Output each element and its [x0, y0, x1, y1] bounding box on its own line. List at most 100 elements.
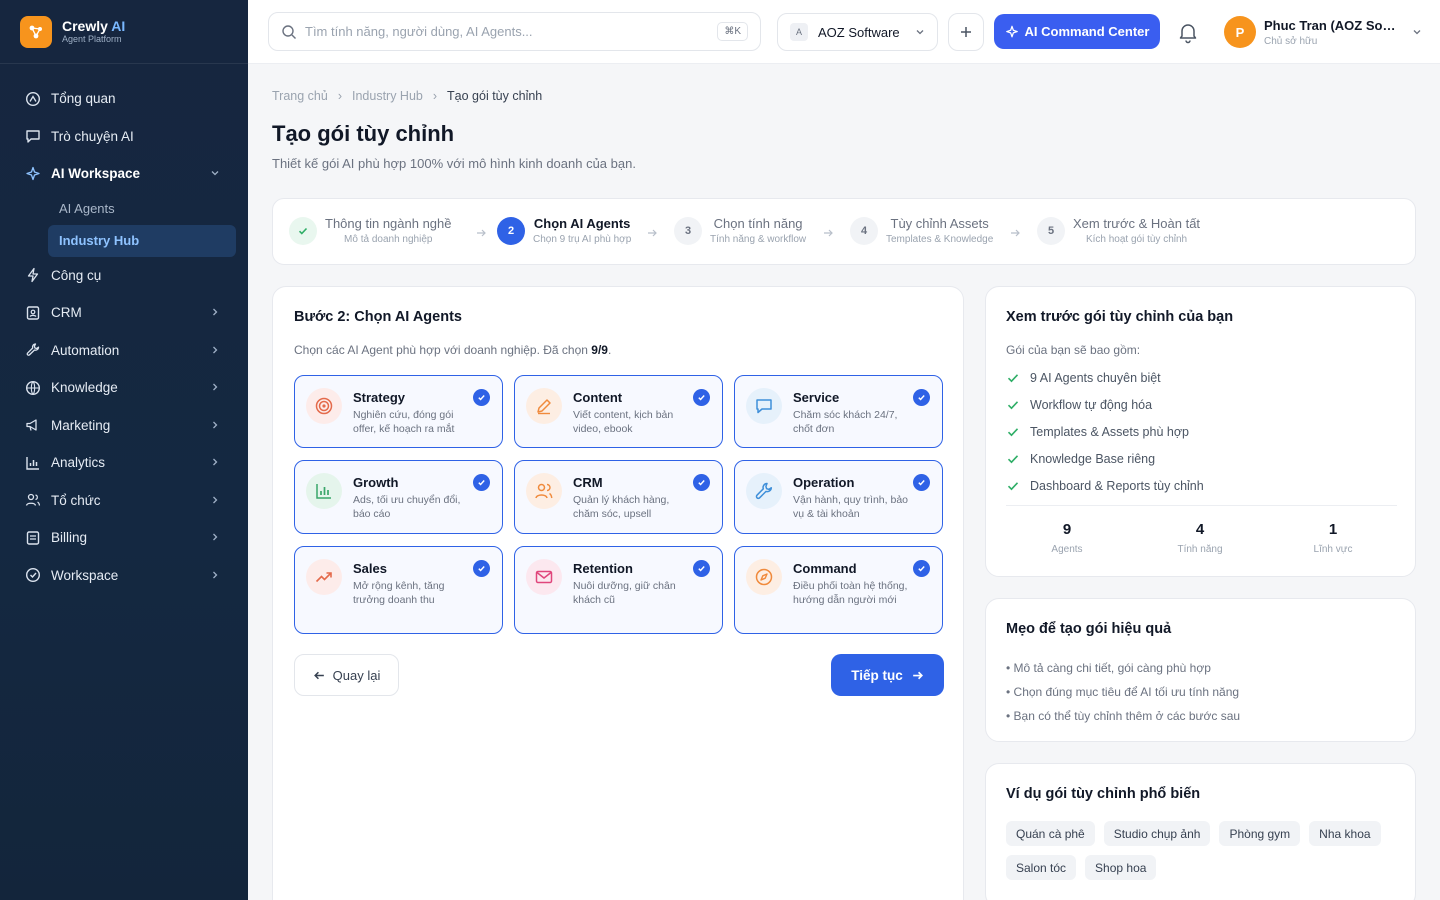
- breadcrumb-home[interactable]: Trang chủ: [272, 89, 328, 103]
- arrow-right-icon: [824, 229, 833, 237]
- sidebar-subitem-ai-agents[interactable]: AI Agents: [48, 193, 236, 225]
- chat-icon: [24, 127, 42, 145]
- bolt-icon: [24, 266, 42, 284]
- sidebar-subitem-industry-hub[interactable]: Industry Hub: [48, 224, 236, 257]
- step-5[interactable]: 5 Xem trước & Hoàn tất Kích hoạt gói tùy …: [1037, 216, 1200, 245]
- list-item: • Bạn có thể tùy chỉnh thêm ở các bước s…: [1006, 709, 1241, 723]
- agent-card-content[interactable]: Content Viết content, kịch bản video, eb…: [514, 375, 723, 448]
- checkbox-checked-icon[interactable]: [693, 389, 710, 406]
- preview-title: Xem trước gói tùy chỉnh của bạn: [1006, 309, 1234, 325]
- user-name: Phuc Tran (AOZ Software): [1264, 17, 1396, 33]
- checkbox-checked-icon[interactable]: [693, 560, 710, 577]
- search-bar[interactable]: Tìm tính năng, người dùng, AI Agents... …: [268, 12, 761, 51]
- check-icon: [1007, 455, 1019, 464]
- notifications-button[interactable]: [1176, 20, 1200, 44]
- arrow-right-icon: [648, 229, 657, 237]
- search-input[interactable]: Tìm tính năng, người dùng, AI Agents...: [305, 24, 717, 39]
- checkbox-checked-icon[interactable]: [913, 560, 930, 577]
- sidebar-item-tong-quan[interactable]: Tổng quan: [0, 80, 248, 118]
- brand-subtitle: Agent Platform: [62, 33, 122, 44]
- back-button[interactable]: Quay lại: [294, 654, 399, 696]
- sidebar-item-to-chuc[interactable]: Tổ chức: [0, 482, 248, 520]
- checkbox-checked-icon[interactable]: [473, 389, 490, 406]
- avatar: P: [1224, 16, 1256, 48]
- package-preview-card: Xem trước gói tùy chỉnh của bạn Gói của …: [985, 286, 1416, 577]
- examples-card: Ví dụ gói tùy chỉnh phổ biến Quán cà phê…: [985, 763, 1416, 900]
- chevron-right-icon: [213, 308, 218, 316]
- brand[interactable]: Crewly AI Agent Platform: [0, 0, 248, 64]
- sidebar-item-billing[interactable]: Billing: [0, 519, 248, 557]
- agent-card-growth[interactable]: Growth Ads, tối ưu chuyển đổi, báo cáo: [294, 460, 503, 534]
- checkbox-checked-icon[interactable]: [913, 474, 930, 491]
- step-1[interactable]: Thông tin ngành nghề Mô tả doanh nghiệp: [289, 216, 452, 245]
- message-icon: [746, 388, 782, 424]
- agent-card-crm[interactable]: CRM Quản lý khách hàng, chăm sóc, upsell: [514, 460, 723, 534]
- example-chip[interactable]: Nha khoa: [1309, 821, 1381, 846]
- target-icon: [306, 388, 342, 424]
- examples-title: Ví dụ gói tùy chỉnh phổ biến: [1006, 786, 1201, 802]
- sidebar-item-crm[interactable]: CRM: [0, 294, 248, 332]
- topbar: Tìm tính năng, người dùng, AI Agents... …: [248, 0, 1440, 64]
- checkbox-checked-icon[interactable]: [913, 389, 930, 406]
- arrow-right-icon: [477, 229, 486, 237]
- agent-card-retention[interactable]: Retention Nuôi dưỡng, giữ chân khách cũ: [514, 546, 723, 634]
- list-item: Knowledge Base riêng: [1006, 445, 1204, 472]
- chevron-right-icon: [213, 571, 218, 578]
- chevron-right-icon: [213, 458, 218, 466]
- add-button[interactable]: [948, 13, 984, 51]
- card-icon: [24, 529, 42, 547]
- sidebar-item-marketing[interactable]: Marketing: [0, 407, 248, 445]
- chevron-right-icon: ›: [337, 89, 342, 103]
- compass-icon: [746, 559, 782, 595]
- chevron-right-icon: [213, 421, 218, 428]
- stat-domains: 1 Lĩnh vực: [1313, 521, 1353, 555]
- user-menu[interactable]: P Phuc Tran (AOZ Software) Chủ sở hữu: [1224, 14, 1424, 50]
- tips-list: • Mô tả càng chi tiết, gói càng phù hợp …: [1006, 656, 1240, 728]
- example-chip[interactable]: Quán cà phê: [1006, 821, 1095, 846]
- sidebar-item-knowledge[interactable]: Knowledge: [0, 369, 248, 407]
- sidebar-item-automation[interactable]: Automation: [0, 332, 248, 370]
- brand-name: Crewly AI: [62, 17, 126, 34]
- ai-command-center-button[interactable]: AI Command Center: [994, 14, 1160, 49]
- growth-chart-icon: [306, 473, 342, 509]
- sidebar-item-workspace[interactable]: Workspace: [0, 557, 248, 595]
- bell-icon: [1179, 24, 1197, 44]
- agent-card-command[interactable]: Command Điều phối toàn hệ thống, hướng d…: [734, 546, 943, 634]
- step-2[interactable]: 2 Chọn AI Agents Chọn 9 trụ AI phù hợp: [497, 216, 631, 245]
- checkbox-checked-icon[interactable]: [473, 474, 490, 491]
- agent-card-strategy[interactable]: Strategy Nghiên cứu, đóng gói offer, kế …: [294, 375, 503, 448]
- example-chip[interactable]: Phòng gym: [1219, 821, 1301, 846]
- example-chip[interactable]: Studio chụp ảnh: [1103, 821, 1211, 846]
- breadcrumb-industry-hub[interactable]: Industry Hub: [352, 89, 423, 103]
- sidebar: Crewly AI Agent Platform Tổng quan Trò c…: [0, 0, 248, 900]
- brand-logo-icon: [20, 15, 52, 48]
- org-avatar: A: [790, 23, 808, 41]
- stat-features: 4 Tính năng: [1177, 521, 1223, 555]
- user-role: Chủ sở hữu: [1264, 35, 1318, 47]
- step-4[interactable]: 4 Tùy chỉnh Assets Templates & Knowledge: [850, 216, 993, 245]
- sidebar-item-cong-cu[interactable]: Công cụ: [0, 257, 248, 295]
- stat-agents: 9 Agents: [1051, 521, 1083, 555]
- list-item: Workflow tự động hóa: [1006, 392, 1204, 419]
- mail-icon: [526, 559, 562, 595]
- stepper: Thông tin ngành nghề Mô tả doanh nghiệp 2…: [272, 198, 1416, 265]
- sidebar-item-ai-workspace[interactable]: AI Workspace: [0, 155, 248, 193]
- org-switcher[interactable]: A AOZ Software: [777, 13, 938, 51]
- sidebar-item-tro-chuyen-ai[interactable]: Trò chuyện AI: [0, 118, 248, 156]
- example-chip[interactable]: Shop hoa: [1085, 855, 1157, 880]
- next-button[interactable]: Tiếp tục: [831, 654, 944, 696]
- checkbox-checked-icon[interactable]: [693, 474, 710, 491]
- tips-title: Mẹo để tạo gói hiệu quả: [1006, 621, 1172, 637]
- agent-card-sales[interactable]: Sales Mở rộng kênh, tăng trưởng doanh th…: [294, 546, 503, 634]
- page-title: Tạo gói tùy chỉnh: [272, 121, 455, 146]
- checkbox-checked-icon[interactable]: [473, 560, 490, 577]
- sidebar-item-analytics[interactable]: Analytics: [0, 444, 248, 482]
- example-chip[interactable]: Salon tóc: [1006, 855, 1077, 880]
- list-item: • Chọn đúng mục tiêu để AI tối ưu tính n…: [1006, 685, 1240, 699]
- chevron-right-icon: [213, 383, 218, 391]
- agent-card-operation[interactable]: Operation Vận hành, quy trình, bảo vụ & …: [734, 460, 943, 534]
- agent-card-service[interactable]: Service Chăm sóc khách 24/7, chốt đơn: [734, 375, 943, 448]
- step-3[interactable]: 3 Chọn tính năng Tính năng & workflow: [674, 216, 806, 245]
- chevron-right-icon: [213, 496, 218, 503]
- chevron-right-icon: [213, 346, 218, 353]
